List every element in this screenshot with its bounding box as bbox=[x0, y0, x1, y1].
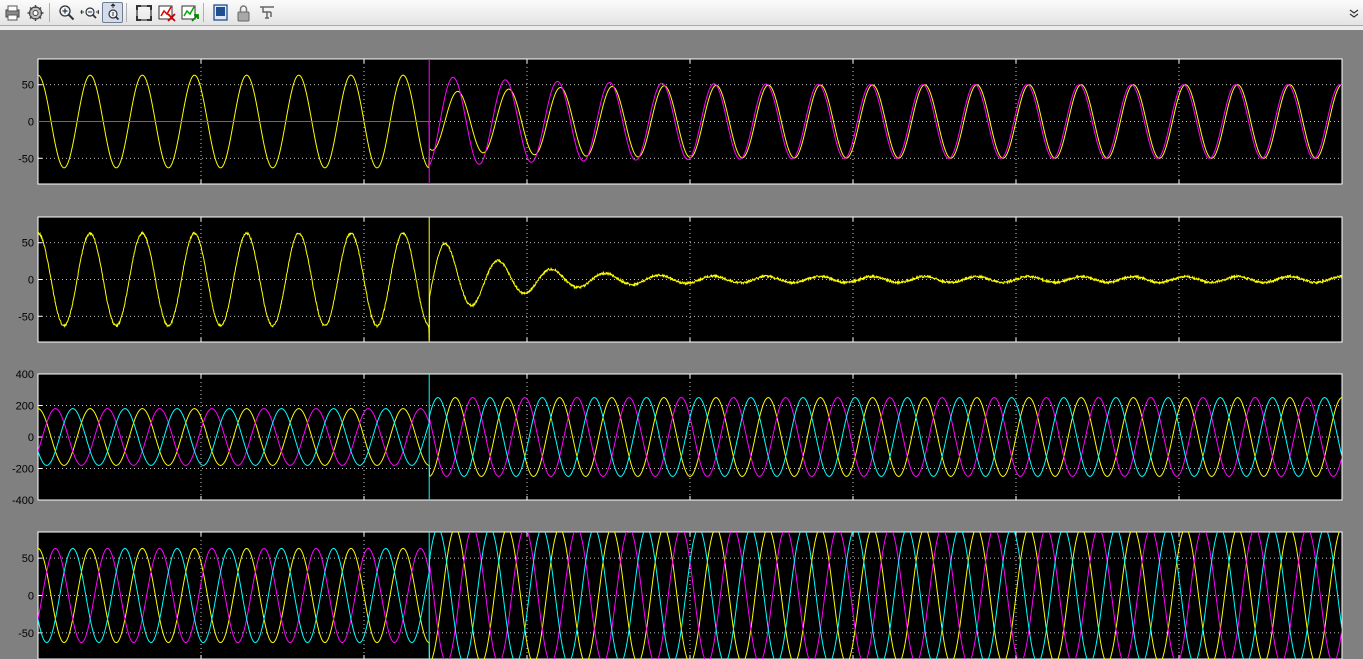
scope-axes-3[interactable] bbox=[37, 373, 1343, 501]
lock-icon bbox=[237, 5, 250, 22]
toolbar-separator bbox=[203, 3, 204, 22]
y-tick-label: 0 bbox=[28, 117, 34, 129]
y-tick-label: 50 bbox=[22, 80, 34, 92]
y-tick-label: 400 bbox=[16, 369, 34, 381]
save-axes-icon bbox=[158, 5, 176, 22]
toolbar-overflow-button[interactable] bbox=[1348, 6, 1360, 18]
autoscale-button[interactable] bbox=[133, 2, 154, 23]
scope-toolbar bbox=[0, 0, 1363, 26]
zoom-y-icon bbox=[108, 3, 120, 21]
scope-axes-1[interactable] bbox=[37, 58, 1343, 185]
zoom-x-icon bbox=[80, 7, 99, 19]
y-tick-label: 0 bbox=[28, 275, 34, 287]
scope-plots: 50 0 -50 50 0 -50 400 200 0 -200 -400 50 0 -50 bbox=[12, 58, 1343, 659]
y-tick-label: -50 bbox=[18, 153, 34, 165]
zoom-x-button[interactable] bbox=[79, 2, 100, 23]
parameters-button[interactable] bbox=[25, 2, 46, 23]
y-tick-label: 0 bbox=[28, 591, 34, 603]
restore-axes-button[interactable] bbox=[179, 2, 200, 23]
autoscale-icon bbox=[136, 5, 152, 21]
zoom-in-icon bbox=[59, 5, 75, 21]
y-tick-label: 50 bbox=[22, 238, 34, 250]
toolbar-separator bbox=[49, 3, 50, 22]
signal-selection-button[interactable] bbox=[256, 2, 277, 23]
restore-axes-icon bbox=[181, 5, 199, 22]
scope-axes-2[interactable] bbox=[37, 216, 1343, 343]
zoom-in-button[interactable] bbox=[56, 2, 77, 23]
y-tick-label: 0 bbox=[28, 432, 34, 444]
lock-axes-button[interactable] bbox=[233, 2, 254, 23]
save-axes-button[interactable] bbox=[156, 2, 177, 23]
y-tick-label: -200 bbox=[12, 464, 34, 476]
gear-icon bbox=[27, 5, 44, 21]
y-tick-label: -400 bbox=[12, 495, 34, 507]
y-tick-label: 50 bbox=[22, 553, 34, 565]
floating-scope-button[interactable] bbox=[210, 2, 231, 23]
chevron-down-icon bbox=[1349, 9, 1359, 18]
zoom-y-button[interactable] bbox=[102, 2, 123, 23]
floating-scope-icon bbox=[213, 4, 228, 21]
scope-axes-4[interactable] bbox=[37, 528, 1343, 659]
y-tick-label: 200 bbox=[16, 401, 34, 413]
y-tick-label: -50 bbox=[18, 311, 34, 323]
signal-selection-icon bbox=[260, 6, 274, 19]
print-button[interactable] bbox=[2, 2, 23, 23]
toolbar-separator bbox=[126, 3, 127, 22]
y-tick-label: -50 bbox=[18, 628, 34, 640]
printer-icon bbox=[5, 5, 20, 21]
